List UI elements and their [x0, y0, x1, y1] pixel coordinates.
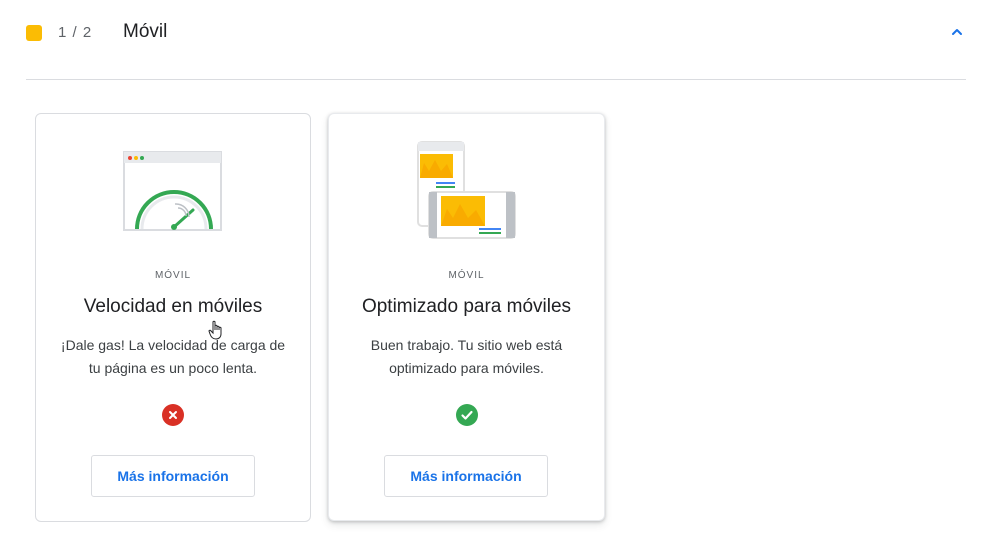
section-title: Móvil [123, 21, 168, 42]
card-category: MÓVIL [448, 270, 485, 281]
check-circle-icon [456, 404, 478, 426]
hand-cursor-icon [208, 320, 222, 340]
section-divider [26, 79, 966, 80]
card-title: Velocidad en móviles [83, 296, 263, 317]
section-header[interactable]: 1 / 2 Móvil [0, 0, 991, 80]
more-info-button[interactable]: Más información [384, 455, 548, 497]
card-description: ¡Dale gas! La velocidad de carga de tu p… [60, 337, 286, 376]
card-description: Buen trabajo. Tu sitio web está optimiza… [370, 337, 563, 376]
card-title: Optimizado para móviles [361, 296, 572, 317]
speed-gauge-icon [123, 151, 222, 231]
more-info-button[interactable]: Más información [91, 455, 255, 497]
error-x-icon [162, 404, 184, 426]
chevron-up-icon[interactable] [944, 20, 970, 42]
status-indicator [26, 25, 42, 41]
section-counter: 1 / 2 [58, 24, 93, 41]
card-mobile-optimized: MÓVIL Optimizado para móviles Buen traba… [328, 113, 605, 521]
mobile-devices-icon [417, 141, 516, 239]
card-category: MÓVIL [154, 270, 192, 281]
card-mobile-speed: MÓVIL Velocidad en móviles ¡Dale gas! La… [35, 113, 311, 522]
